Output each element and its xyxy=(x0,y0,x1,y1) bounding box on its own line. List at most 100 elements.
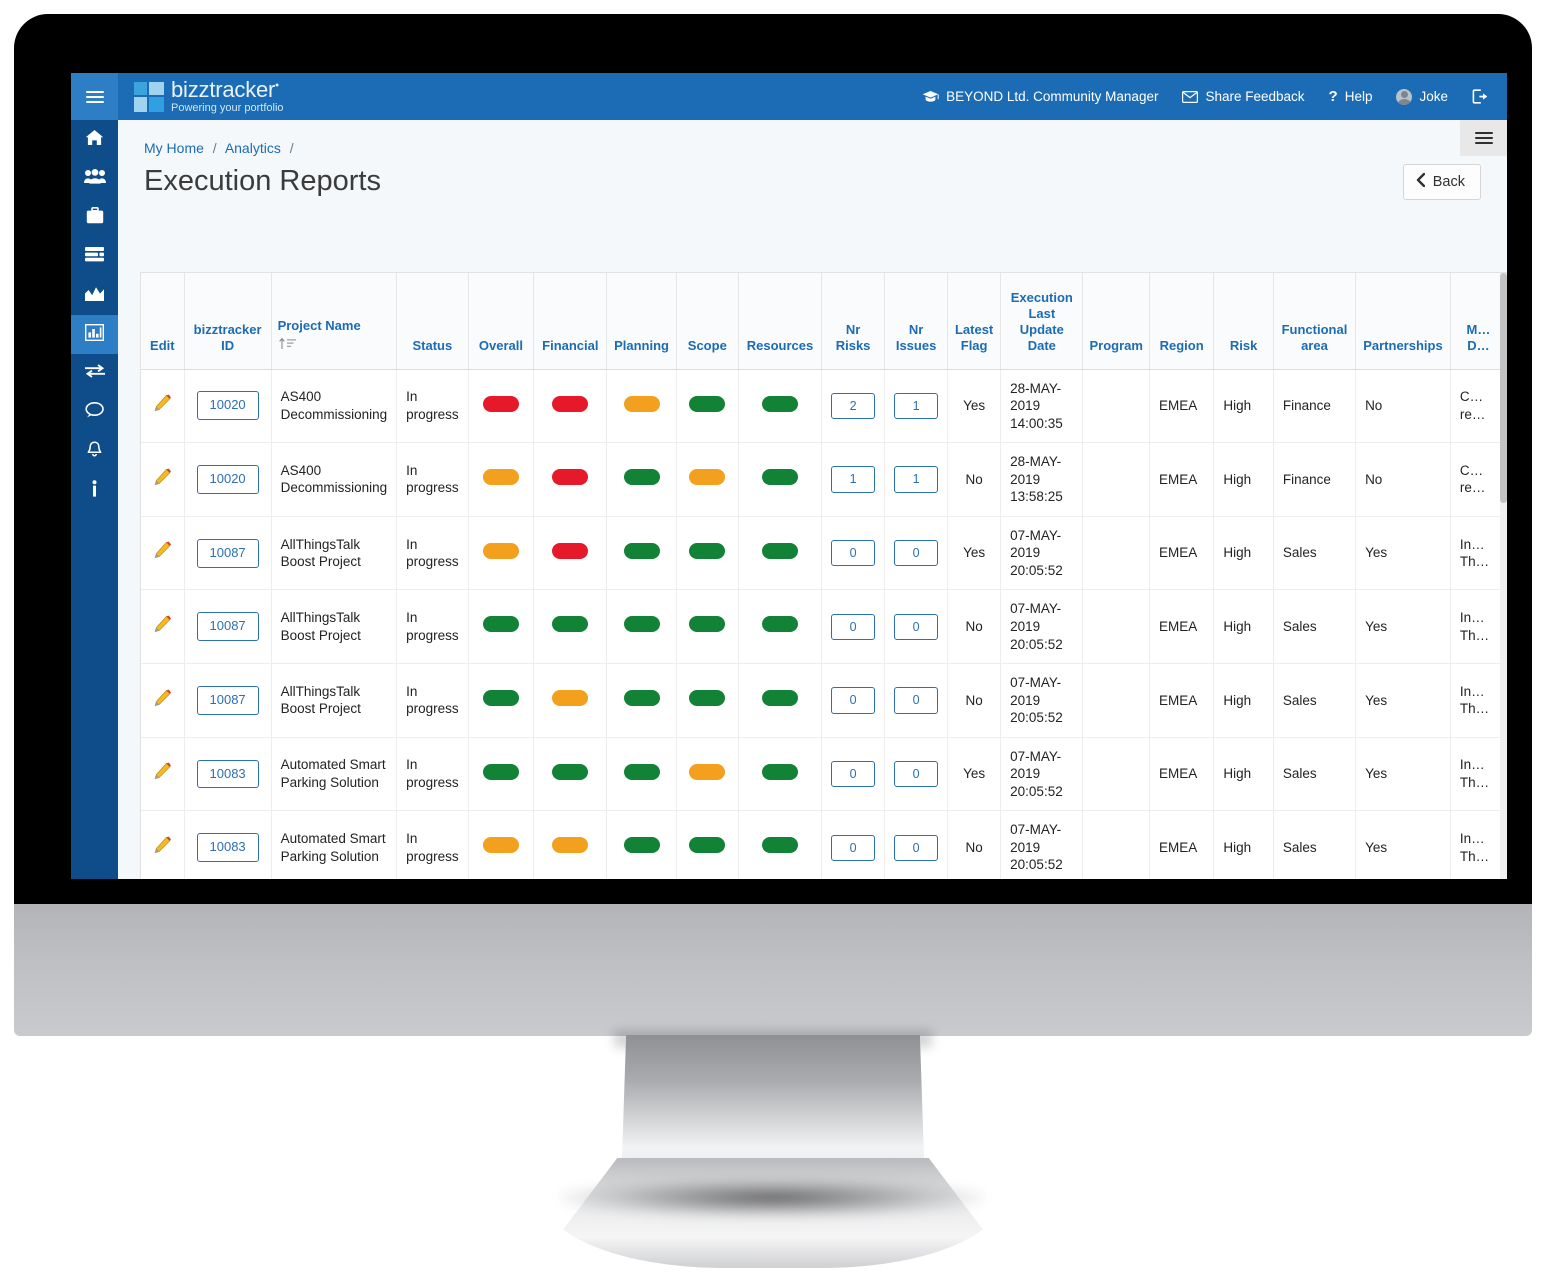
nr-risks-value[interactable]: 0 xyxy=(831,539,876,567)
sidebar-item-transfers[interactable] xyxy=(71,354,118,393)
table-row[interactable]: 10083 Automated Smart Parking Solution In … xyxy=(141,737,1507,812)
column-header-region[interactable]: Region xyxy=(1149,273,1215,370)
bizztracker-id-value[interactable]: 10087 xyxy=(196,685,259,715)
sidebar-item-people[interactable] xyxy=(71,159,118,198)
reports-table-container[interactable]: Edit bizztracker ID Project Name Status Over… xyxy=(140,272,1507,879)
nr-risks-value[interactable]: 1 xyxy=(831,466,876,493)
menu-toggle-button[interactable] xyxy=(71,73,118,120)
column-header-edit[interactable]: Edit xyxy=(141,273,185,370)
edit-icon[interactable] xyxy=(153,615,172,639)
brand-logo[interactable]: bizztracker• Powering your portfolio xyxy=(118,79,284,114)
sidebar-item-performance[interactable] xyxy=(71,276,118,315)
scrollbar-thumb[interactable] xyxy=(1500,273,1507,503)
column-header-scope[interactable]: Scope xyxy=(676,273,739,370)
sidebar-item-notifications[interactable] xyxy=(71,432,118,471)
bizztracker-id-value[interactable]: 10087 xyxy=(196,538,259,568)
column-header-overall[interactable]: Overall xyxy=(468,273,535,370)
table-body: 10020 AS400 Decommissioning In progress 2 1 Y… xyxy=(141,369,1507,879)
column-header-bizztracker-id[interactable]: bizztracker ID xyxy=(184,273,272,370)
bizztracker-id-value[interactable]: 10083 xyxy=(196,759,259,789)
table-row[interactable]: 10083 Automated Smart Parking Solution In … xyxy=(141,810,1507,879)
column-header-project-name[interactable]: Project Name xyxy=(271,273,398,370)
edit-icon[interactable] xyxy=(153,394,172,418)
monitor-chin xyxy=(14,904,1532,1036)
bizztracker-id-value[interactable]: 10083 xyxy=(196,833,259,863)
logout-button[interactable] xyxy=(1472,89,1489,104)
breadcrumb-item-analytics[interactable]: Analytics xyxy=(225,140,281,156)
column-header-latest-flag[interactable]: Latest Flag xyxy=(947,273,1002,370)
column-header-planning[interactable]: Planning xyxy=(606,273,677,370)
nr-issues-value[interactable]: 0 xyxy=(894,687,939,714)
brand-tagline: Powering your portfolio xyxy=(171,102,284,114)
cell-scope xyxy=(676,369,739,444)
sidebar-item-home[interactable] xyxy=(71,120,118,159)
sidebar-item-analytics[interactable] xyxy=(71,315,118,354)
nr-issues-value[interactable]: 1 xyxy=(894,466,939,493)
nr-issues-value[interactable]: 0 xyxy=(894,539,939,567)
user-menu[interactable]: Joke xyxy=(1396,88,1448,105)
bizztracker-id-value[interactable]: 10020 xyxy=(196,465,259,494)
cell-planning xyxy=(606,810,677,879)
table-row[interactable]: 10087 AllThingsTalk Boost Project In progr… xyxy=(141,516,1507,591)
bizztracker-logo-icon xyxy=(134,81,164,112)
cell-project-name: Automated Smart Parking Solution xyxy=(271,737,398,812)
rag-status-pill xyxy=(689,690,726,707)
sidebar-item-discussions[interactable] xyxy=(71,393,118,432)
cell-id: 10087 xyxy=(184,589,272,665)
column-header-resources[interactable]: Resources xyxy=(738,273,823,370)
vertical-scrollbar[interactable] xyxy=(1500,273,1507,879)
cell-edit xyxy=(141,810,185,879)
cell-last-update-date: 07-MAY-2019 20:05:52 xyxy=(1000,589,1084,665)
column-header-financial[interactable]: Financial xyxy=(533,273,608,370)
cell-planning xyxy=(606,589,677,665)
nr-issues-value[interactable]: 0 xyxy=(894,760,939,788)
nr-issues-value[interactable]: 0 xyxy=(894,834,939,861)
column-header-risk[interactable]: Risk xyxy=(1213,273,1274,370)
share-feedback-link[interactable]: Share Feedback xyxy=(1182,89,1305,104)
column-header-nr-issues[interactable]: Nr Issues xyxy=(884,273,949,370)
column-header-nr-risks[interactable]: Nr Risks xyxy=(821,273,886,370)
nr-issues-value[interactable]: 0 xyxy=(894,613,939,640)
brand-name: bizztracker• xyxy=(171,77,279,102)
grid-options-button[interactable] xyxy=(1460,120,1507,156)
nr-risks-value[interactable]: 2 xyxy=(831,392,876,419)
community-manager-link[interactable]: BEYOND Ltd. Community Manager xyxy=(922,89,1158,104)
rag-status-pill xyxy=(762,469,798,486)
rag-status-pill xyxy=(482,469,519,486)
edit-icon[interactable] xyxy=(153,468,172,492)
question-mark-icon: ? xyxy=(1328,88,1338,105)
nr-risks-value[interactable]: 0 xyxy=(831,687,876,714)
edit-icon[interactable] xyxy=(153,541,172,565)
rag-status-pill xyxy=(689,395,726,412)
column-header-execution-last-update-date[interactable]: Execution Last Update Date xyxy=(1000,273,1084,370)
column-header-partnerships[interactable]: Partnerships xyxy=(1355,273,1451,370)
breadcrumb-item-my-home[interactable]: My Home xyxy=(144,140,204,156)
cell-latest-flag: No xyxy=(947,589,1002,665)
nr-risks-value[interactable]: 0 xyxy=(831,760,876,788)
breadcrumb-separator: / xyxy=(212,140,217,156)
sidebar-item-portfolio[interactable] xyxy=(71,198,118,237)
nr-risks-value[interactable]: 0 xyxy=(831,834,876,861)
nr-risks-value[interactable]: 0 xyxy=(831,613,876,640)
edit-icon[interactable] xyxy=(153,762,172,786)
cell-edit xyxy=(141,589,185,665)
table-row[interactable]: 10020 AS400 Decommissioning In progress 1 1 N… xyxy=(141,442,1507,517)
edit-icon[interactable] xyxy=(153,836,172,860)
help-link[interactable]: ? Help xyxy=(1329,88,1373,105)
sidebar-item-information[interactable] xyxy=(71,471,118,510)
column-header-status[interactable]: Status xyxy=(396,273,469,370)
table-row[interactable]: 10020 AS400 Decommissioning In progress 2 1 Y… xyxy=(141,369,1507,444)
bizztracker-id-value[interactable]: 10020 xyxy=(196,391,259,421)
column-header-m-d[interactable]: M… D… xyxy=(1450,273,1507,370)
nr-issues-value[interactable]: 1 xyxy=(894,392,939,419)
back-button[interactable]: Back xyxy=(1402,164,1481,200)
bizztracker-id-value[interactable]: 10087 xyxy=(196,612,259,642)
list-icon xyxy=(85,246,104,267)
table-row[interactable]: 10087 AllThingsTalk Boost Project In progr… xyxy=(141,589,1507,665)
column-header-program[interactable]: Program xyxy=(1082,273,1150,370)
edit-icon[interactable] xyxy=(153,689,172,713)
table-row[interactable]: 10087 AllThingsTalk Boost Project In progr… xyxy=(141,663,1507,738)
sidebar-item-projects[interactable] xyxy=(71,237,118,276)
column-header-functional-area[interactable]: Functional area xyxy=(1273,273,1357,370)
cell-risk: High xyxy=(1213,663,1274,738)
